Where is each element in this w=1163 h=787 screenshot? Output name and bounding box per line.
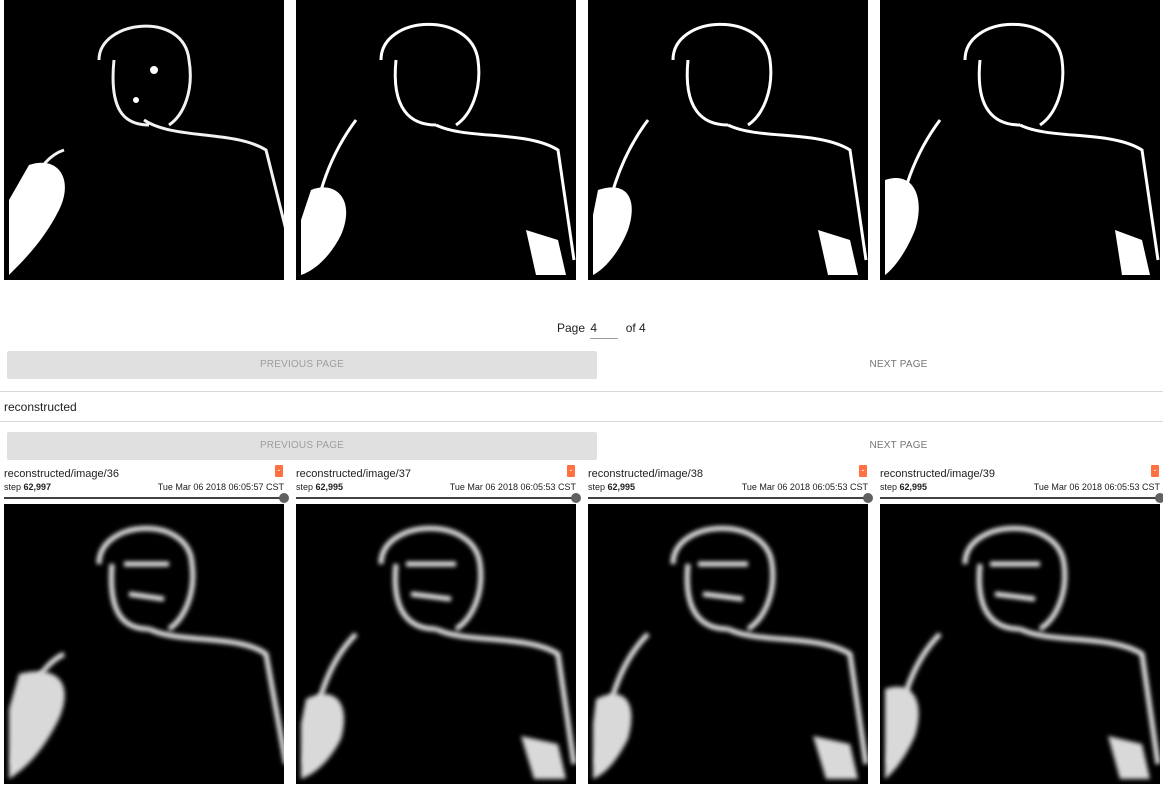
step-slider-knob[interactable] [279, 493, 289, 503]
step-label: step [296, 482, 314, 492]
page-label: Page [557, 321, 586, 335]
step-slider[interactable] [588, 497, 868, 499]
card-timestamp: Tue Mar 06 2018 06:05:53 CST [1033, 482, 1160, 492]
image-thumbnail[interactable] [4, 0, 284, 280]
image-thumbnail[interactable] [880, 0, 1160, 280]
step-label: step [588, 482, 606, 492]
previous-page-button[interactable]: PREVIOUS PAGE [7, 351, 597, 379]
page-total-label: of 4 [625, 321, 646, 335]
card-title: reconstructed/image/39 [880, 468, 995, 480]
card-menu-badge[interactable]: - [275, 465, 283, 477]
reconstructed-image[interactable] [4, 504, 284, 784]
tensorboard-images-page: Page 4 of 4 PREVIOUS PAGE NEXT PAGE reco… [0, 0, 1163, 787]
step-slider-knob[interactable] [571, 493, 581, 503]
pagination: Page 4 of 4 [0, 318, 1163, 339]
step-slider[interactable] [4, 497, 284, 499]
step-slider[interactable] [296, 497, 576, 499]
group-header[interactable]: reconstructed [4, 400, 77, 414]
step-slider-knob[interactable] [863, 493, 873, 503]
image-thumbnail[interactable] [296, 0, 576, 280]
card-menu-badge[interactable]: - [1151, 465, 1159, 477]
image-card: reconstructed/image/38 - step 62,995 Tue… [588, 465, 873, 785]
card-timestamp: Tue Mar 06 2018 06:05:53 CST [741, 482, 868, 492]
reconstructed-image[interactable] [296, 504, 576, 784]
image-thumbnail[interactable] [588, 0, 868, 280]
page-number-input[interactable]: 4 [590, 318, 619, 339]
reconstructed-image[interactable] [880, 504, 1160, 784]
card-menu-badge[interactable]: - [567, 465, 575, 477]
step-value: 62,995 [899, 482, 928, 492]
divider [0, 391, 1163, 392]
image-card: reconstructed/image/39 - step 62,995 Tue… [880, 465, 1163, 785]
pagination-nav: PREVIOUS PAGE NEXT PAGE [0, 351, 1163, 379]
card-title: reconstructed/image/38 [588, 468, 703, 480]
step-slider-knob[interactable] [1155, 493, 1163, 503]
next-page-button[interactable]: NEXT PAGE [600, 351, 1163, 379]
card-title: reconstructed/image/37 [296, 468, 411, 480]
card-title: reconstructed/image/36 [4, 468, 119, 480]
previous-page-button[interactable]: PREVIOUS PAGE [7, 432, 597, 460]
divider [0, 421, 1163, 422]
card-step: step 62,995 [296, 481, 343, 493]
step-value: 62,995 [607, 482, 636, 492]
card-step: step 62,997 [4, 481, 51, 493]
image-card: reconstructed/image/37 - step 62,995 Tue… [296, 465, 581, 785]
card-menu-badge[interactable]: - [859, 465, 867, 477]
card-timestamp: Tue Mar 06 2018 06:05:53 CST [449, 482, 576, 492]
card-step: step 62,995 [880, 481, 927, 493]
card-step: step 62,995 [588, 481, 635, 493]
step-slider[interactable] [880, 497, 1160, 499]
next-page-button[interactable]: NEXT PAGE [600, 432, 1163, 460]
pagination-nav: PREVIOUS PAGE NEXT PAGE [0, 432, 1163, 460]
reconstructed-image[interactable] [588, 504, 868, 784]
top-image-grid [0, 0, 1163, 280]
image-card: reconstructed/image/36 - step 62,997 Tue… [4, 465, 289, 785]
step-value: 62,995 [315, 482, 344, 492]
card-timestamp: Tue Mar 06 2018 06:05:57 CST [157, 482, 284, 492]
step-value: 62,997 [23, 482, 52, 492]
step-label: step [880, 482, 898, 492]
step-label: step [4, 482, 22, 492]
